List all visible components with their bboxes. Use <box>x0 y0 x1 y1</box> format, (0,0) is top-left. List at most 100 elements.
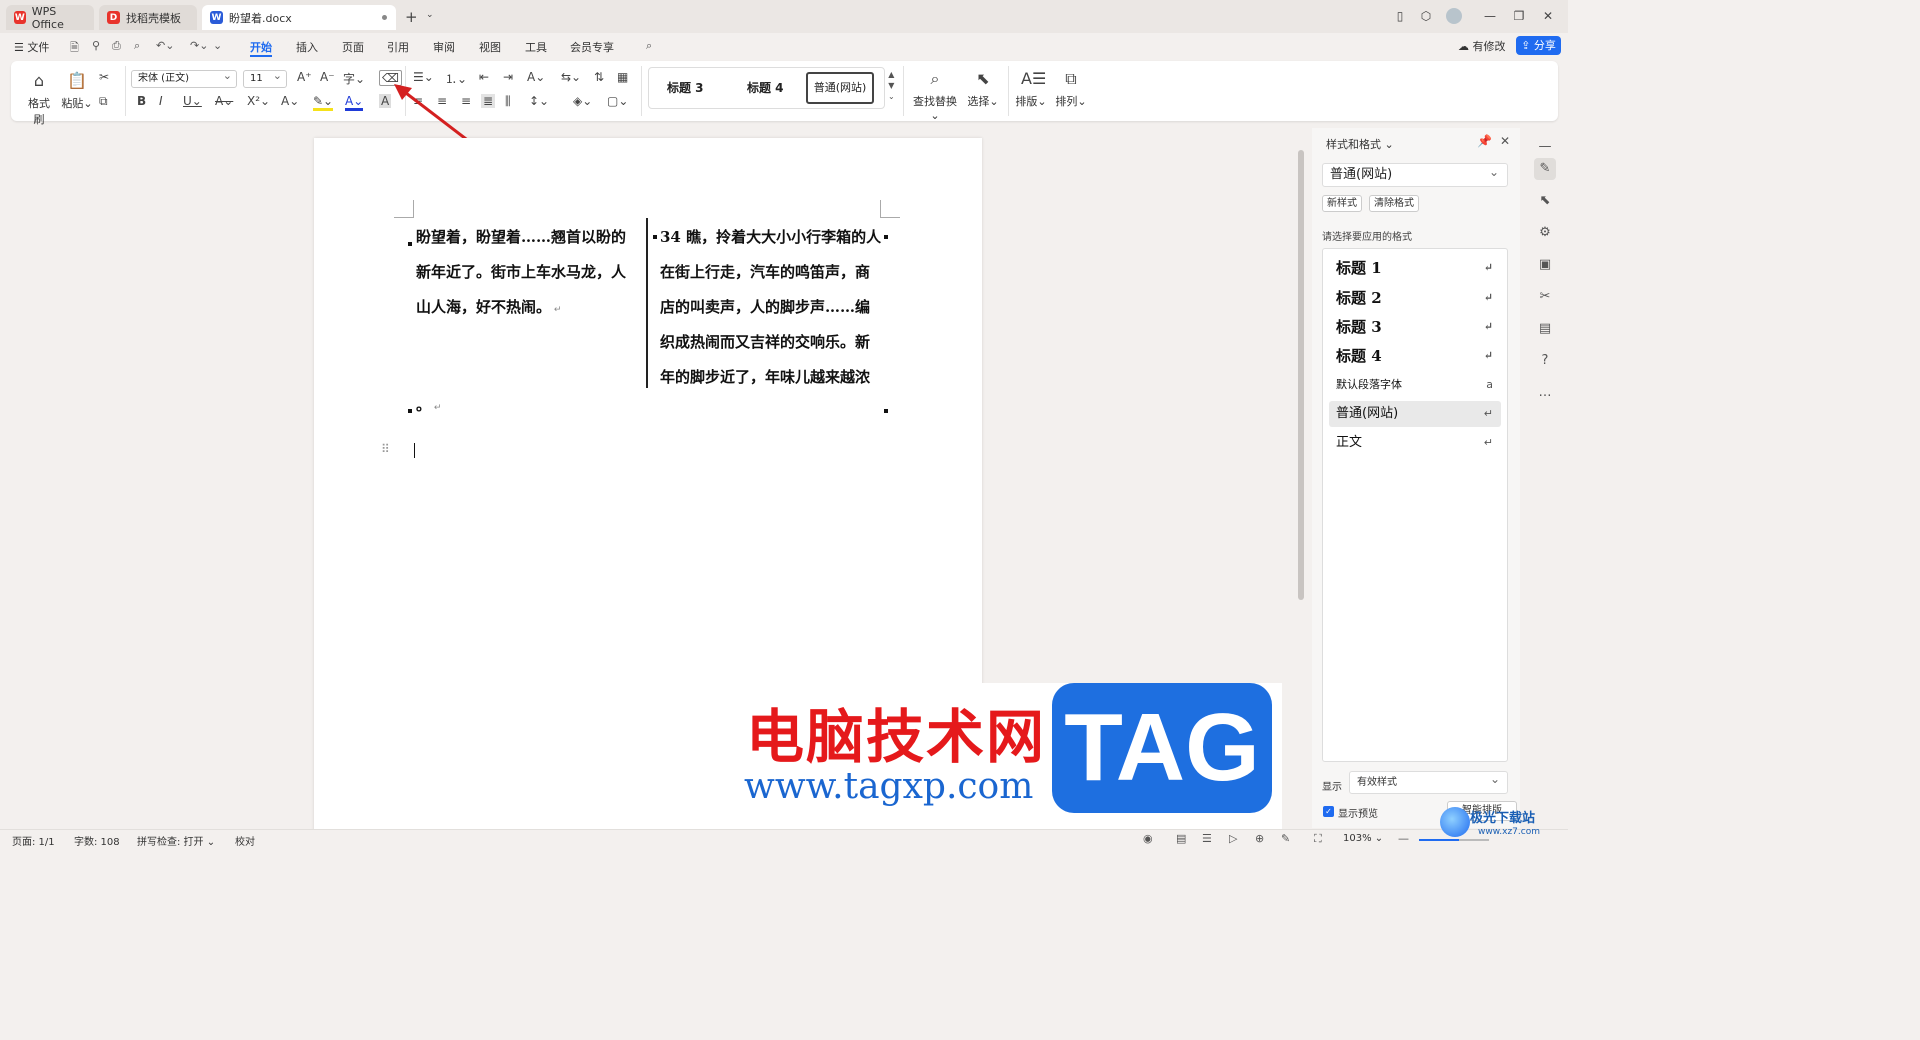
drag-handle-icon[interactable]: ⠿ <box>381 442 390 456</box>
minimize-icon[interactable]: — <box>1482 8 1498 24</box>
style-normal-web[interactable]: 普通(网站) <box>806 72 874 104</box>
eye-icon[interactable]: ◉ <box>1143 832 1153 845</box>
select-cursor-icon[interactable]: ⬉ <box>1534 190 1556 212</box>
style-item-default-font[interactable]: 默认段落字体 a <box>1329 372 1501 398</box>
outline-view-icon[interactable]: ☰ <box>1202 832 1212 845</box>
paste-button[interactable]: 📋 粘贴⌄ <box>61 71 93 111</box>
menu-reference[interactable]: 引用 <box>387 39 409 55</box>
strikethrough-icon[interactable]: A⌄ <box>215 94 233 108</box>
book-icon[interactable]: ▤ <box>1534 318 1556 340</box>
menu-insert[interactable]: 插入 <box>296 39 318 55</box>
scrollbar-thumb[interactable] <box>1298 150 1304 600</box>
help-icon[interactable]: ? <box>1534 350 1556 372</box>
tools-icon[interactable]: ✂ <box>1534 286 1556 308</box>
restore-icon[interactable]: ❐ <box>1511 8 1527 24</box>
menu-member[interactable]: 会员专享 <box>570 39 614 55</box>
style-item-body[interactable]: 正文 ↵ <box>1329 430 1501 456</box>
pen-icon[interactable]: ✎ <box>1281 832 1290 845</box>
cut-icon[interactable]: ✂ <box>99 70 109 84</box>
superscript-icon[interactable]: X²⌄ <box>247 94 270 108</box>
right-column[interactable]: 34 瞧，拎着大大小小行李箱的人 在街上行走，汽车的鸣笛声，商 店的叫卖声，人的… <box>660 220 885 395</box>
zoom-level[interactable]: 103% ⌄ <box>1343 833 1383 844</box>
chevron-down-icon[interactable]: ⌄ <box>426 10 434 20</box>
pin-icon[interactable]: 📌 <box>1477 134 1492 148</box>
styles-pen-icon[interactable]: ✎ <box>1534 158 1556 180</box>
select-button[interactable]: ⬉ 选择⌄ <box>965 69 1001 109</box>
redo-icon[interactable]: ↷⌄ <box>190 39 208 52</box>
cube-icon[interactable]: ⬡ <box>1418 8 1434 24</box>
web-view-icon[interactable]: ⊕ <box>1255 832 1264 845</box>
font-size-select[interactable]: 11 <box>243 68 287 88</box>
layout-button[interactable]: A☰ 排版⌄ <box>1015 69 1047 109</box>
new-tab-icon[interactable]: + <box>405 8 418 26</box>
phonetic-icon[interactable]: 字⌄ <box>343 70 365 87</box>
undo-icon[interactable]: ↶⌄ <box>156 39 174 52</box>
outdent-icon[interactable]: ⇤ <box>479 70 489 84</box>
menu-page[interactable]: 页面 <box>342 39 364 55</box>
more-icon[interactable]: … <box>1534 382 1556 404</box>
arrange-button[interactable]: ⧉ 排列⌄ <box>1053 69 1089 109</box>
shading-icon[interactable]: ◈⌄ <box>573 94 592 108</box>
style-item-heading-1[interactable]: 标题 1 ↵ <box>1329 255 1501 281</box>
word-count[interactable]: 字数: 108 <box>74 833 120 848</box>
style-item-heading-3[interactable]: 标题 3 ↵ <box>1329 314 1501 340</box>
clear-format-button[interactable]: 清除格式 <box>1369 195 1419 212</box>
show-preview-checkbox[interactable]: ✓ <box>1323 806 1334 817</box>
save-icon[interactable]: 🗎 <box>70 39 79 58</box>
style-heading-3[interactable]: 标题 3 <box>667 79 704 96</box>
modified-button[interactable]: ☁ 有修改 <box>1458 38 1506 54</box>
minimize-panel-icon[interactable]: — <box>1534 136 1556 158</box>
file-menu[interactable]: ☰ 文件 <box>14 39 49 55</box>
italic-icon[interactable]: I <box>159 94 163 108</box>
bold-icon[interactable]: B <box>137 94 146 108</box>
current-style-select[interactable]: 普通(网站) <box>1322 161 1508 187</box>
gallery-scroll[interactable]: ▲ ▼ ⌄ <box>888 69 895 102</box>
settings-sliders-icon[interactable]: ⚙ <box>1534 222 1556 244</box>
vertical-scrollbar[interactable] <box>1297 128 1305 828</box>
layout-icon[interactable]: ▯ <box>1392 8 1408 24</box>
char-spacing-icon[interactable]: A⌄ <box>527 70 545 84</box>
find-replace-button[interactable]: ⌕ 查找替换⌄ <box>909 69 961 122</box>
underline-icon[interactable]: U⌄ <box>183 94 202 108</box>
format-painter-button[interactable]: ⌂ 格式刷 <box>23 71 55 127</box>
share-button[interactable]: ⇪ 分享 <box>1516 36 1561 55</box>
font-name-select[interactable]: 宋体 (正文) <box>131 68 237 88</box>
new-style-button[interactable]: 新样式 <box>1322 195 1362 212</box>
style-item-heading-4[interactable]: 标题 4 ↵ <box>1329 343 1501 369</box>
panel-title[interactable]: 样式和格式 ⌄ <box>1326 136 1394 152</box>
text-direction-icon[interactable]: ⇆⌄ <box>561 70 581 84</box>
tab-template[interactable]: D 找稻壳模板 <box>99 5 197 30</box>
more-chevron-icon[interactable]: ⌄ <box>213 39 222 52</box>
menu-tools[interactable]: 工具 <box>525 39 547 55</box>
style-item-heading-2[interactable]: 标题 2 ↵ <box>1329 285 1501 311</box>
justify-icon[interactable]: ≣ <box>481 94 496 108</box>
search-icon[interactable]: ⌕ <box>646 39 652 53</box>
decrease-font-icon[interactable]: A⁻ <box>320 70 335 84</box>
print-icon[interactable]: ⎙ <box>112 39 121 53</box>
indent-icon[interactable]: ⇥ <box>503 70 513 84</box>
table-grid-icon[interactable]: ▦ <box>617 70 628 84</box>
menu-start[interactable]: 开始 <box>250 39 272 55</box>
highlight-icon[interactable]: ✎⌄ <box>313 94 334 111</box>
close-icon[interactable]: ✕ <box>1540 8 1556 24</box>
menu-review[interactable]: 审阅 <box>433 39 455 55</box>
style-heading-4[interactable]: 标题 4 <box>747 79 784 96</box>
tab-document[interactable]: W 盼望着.docx <box>202 5 396 30</box>
copy-icon[interactable]: ⧉ <box>99 94 108 109</box>
page-view-icon[interactable]: ▤ <box>1176 832 1186 845</box>
close-icon[interactable]: ✕ <box>1500 134 1510 148</box>
font-color-icon[interactable]: A⌄ <box>345 94 364 111</box>
play-icon[interactable]: ▷ <box>1229 832 1237 845</box>
border-icon[interactable]: ▢⌄ <box>607 94 628 108</box>
unsaved-dot-icon[interactable] <box>382 15 387 20</box>
text-effect-icon[interactable]: A⌄ <box>281 94 299 108</box>
avatar[interactable] <box>1446 8 1462 24</box>
show-select[interactable]: 有效样式 <box>1349 769 1508 794</box>
sort-icon[interactable]: ⇅ <box>594 70 604 84</box>
increase-font-icon[interactable]: A⁺ <box>297 70 312 84</box>
proof-button[interactable]: 校对 <box>235 833 255 848</box>
tab-wps-office[interactable]: W WPS Office <box>6 5 94 31</box>
link-icon[interactable]: ⚲ <box>92 39 100 52</box>
print-preview-icon[interactable]: ⌕ <box>134 39 140 53</box>
zoom-out-icon[interactable]: — <box>1398 832 1409 845</box>
